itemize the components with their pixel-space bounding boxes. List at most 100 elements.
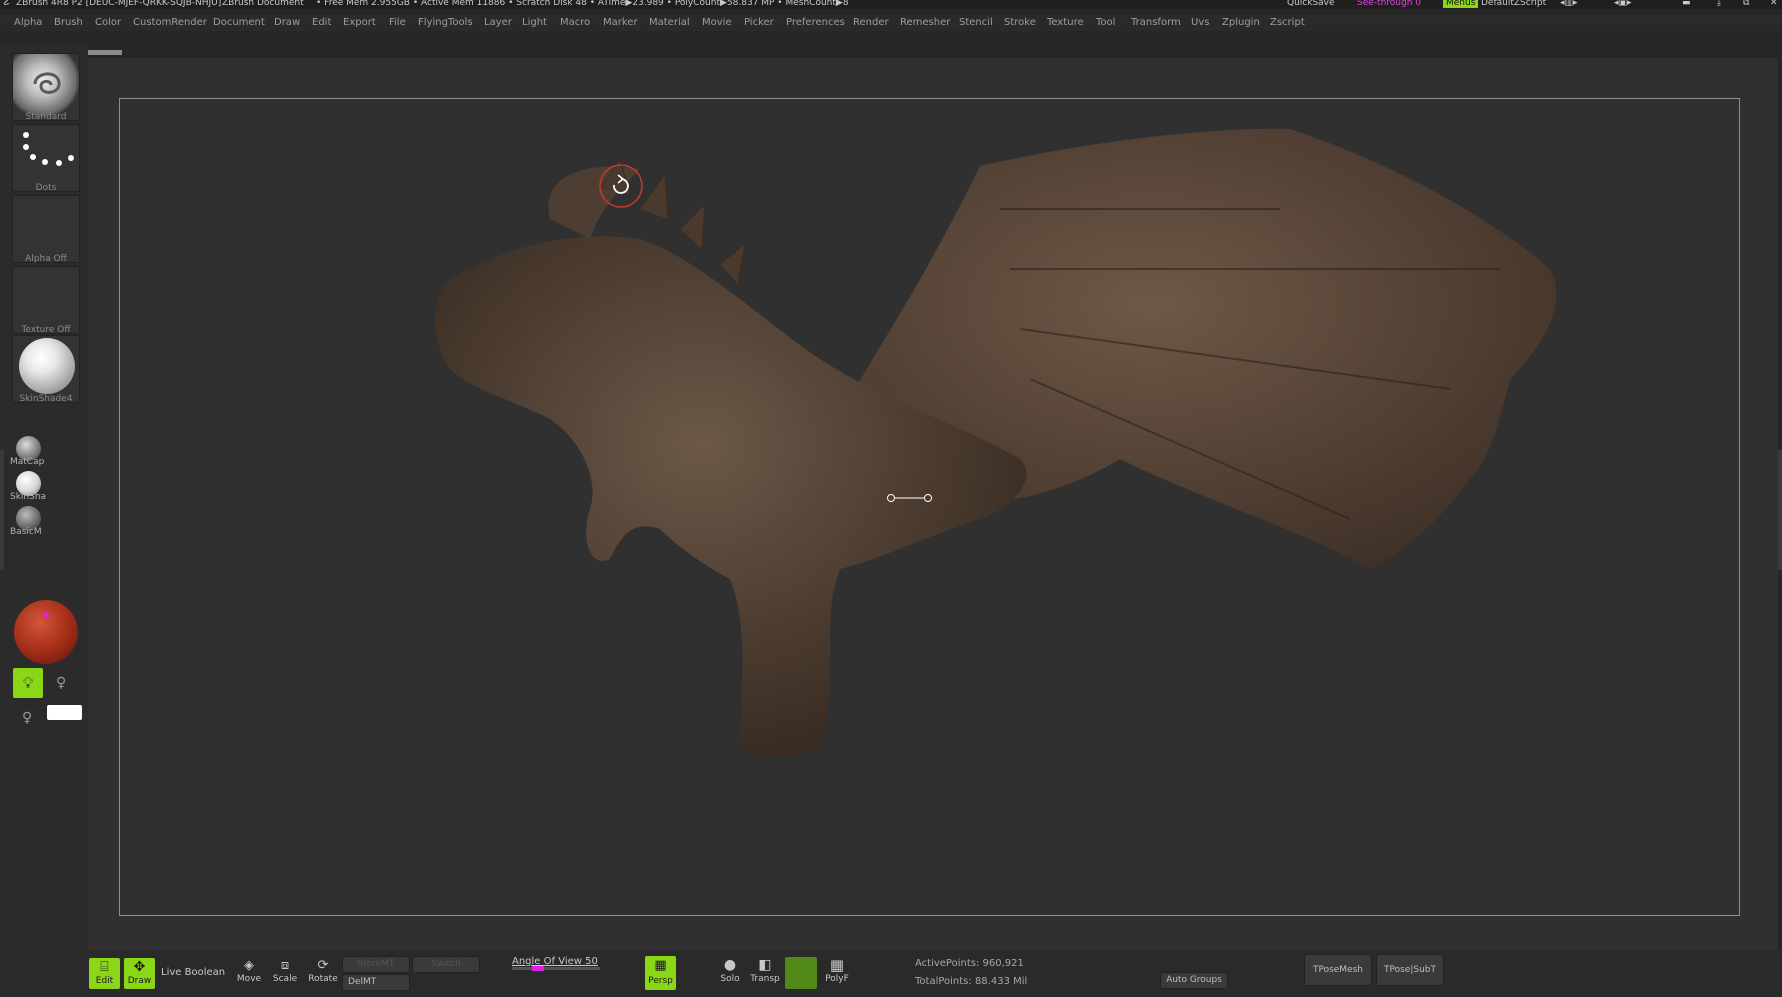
- menu-bar: Alpha Brush Color CustomRender Document …: [0, 15, 1782, 31]
- rotate-label: Rotate: [308, 974, 338, 984]
- material-sphere-icon: [19, 338, 75, 394]
- tpose-subt-button[interactable]: TPose|SubT: [1376, 954, 1444, 986]
- app-title: ZBrush 4R8 P2 [DEUC-MJEF-QRKK-SQJB-NHJU]: [16, 0, 222, 8]
- rotate-button[interactable]: ⟳ Rotate: [307, 958, 339, 984]
- menu-document[interactable]: Document: [213, 15, 265, 31]
- transp-button[interactable]: ◧ Transp: [750, 956, 780, 984]
- alpha-thumbnail[interactable]: Alpha Off: [12, 195, 80, 264]
- scale-label: Scale: [272, 974, 298, 984]
- angle-of-view-slider[interactable]: [512, 966, 600, 971]
- material-label: SkinShade4: [19, 394, 73, 404]
- draw-button[interactable]: ✥ Draw: [124, 958, 155, 989]
- menu-movie[interactable]: Movie: [702, 15, 732, 31]
- menu-material[interactable]: Material: [649, 15, 690, 31]
- draw-label: Draw: [127, 976, 152, 986]
- close-icon[interactable]: ✕: [1770, 0, 1778, 8]
- menu-uvs[interactable]: Uvs: [1191, 15, 1209, 31]
- main-color-picker[interactable]: [14, 600, 78, 664]
- menu-export[interactable]: Export: [343, 15, 376, 31]
- menu-flyingtools[interactable]: FlyingTools: [418, 15, 473, 31]
- secondary-color-swatch[interactable]: [47, 705, 82, 720]
- zbrush-logo-icon: ☡: [2, 0, 11, 8]
- transp-label: Transp: [750, 974, 780, 984]
- delmt-button[interactable]: DelMT: [342, 974, 410, 991]
- menu-brush[interactable]: Brush: [54, 15, 83, 31]
- live-boolean-button[interactable]: Live Boolean: [161, 967, 225, 978]
- see-through-slider[interactable]: See-through 0: [1357, 0, 1421, 8]
- menu-draw[interactable]: Draw: [274, 15, 300, 31]
- menu-macro[interactable]: Macro: [560, 15, 590, 31]
- menu-zplugin[interactable]: Zplugin: [1222, 15, 1260, 31]
- skinshade-label: SkinSha: [10, 492, 47, 502]
- light-bulb-icon[interactable]: 💡︎: [13, 668, 43, 698]
- rotate-icon: ⟳: [317, 958, 329, 973]
- dragon-model[interactable]: [120, 99, 1741, 917]
- storemt-button[interactable]: StoreMT: [342, 956, 410, 973]
- edit-button[interactable]: ⌸ Edit: [89, 958, 120, 989]
- edit-icon: ⌸: [100, 959, 109, 975]
- menu-preferences[interactable]: Preferences: [786, 15, 845, 31]
- perspective-grid-icon: ▦: [654, 958, 667, 973]
- menu-stroke[interactable]: Stroke: [1004, 15, 1036, 31]
- right-tray-toggle[interactable]: [1778, 450, 1782, 570]
- menus-toggle[interactable]: Menus: [1443, 0, 1479, 8]
- brush-thumbnail[interactable]: Standard: [12, 53, 80, 122]
- solo-label: Solo: [720, 974, 740, 984]
- title-bar: ☡ ZBrush 4R8 P2 [DEUC-MJEF-QRKK-SQJB-NHJ…: [0, 0, 1782, 9]
- material-thumbnail[interactable]: SkinShade4: [12, 335, 80, 404]
- edit-label: Edit: [95, 976, 114, 986]
- menu-render[interactable]: Render: [853, 15, 889, 31]
- brush-label: Standard: [25, 112, 67, 122]
- menu-layer[interactable]: Layer: [484, 15, 512, 31]
- canvas-scroll-handle[interactable]: [88, 50, 122, 55]
- basicmaterial-label: BasicM: [10, 527, 42, 537]
- stroke-label: Dots: [35, 183, 57, 193]
- move-label: Move: [236, 974, 262, 984]
- menu-stencil[interactable]: Stencil: [959, 15, 993, 31]
- restore-icon[interactable]: ⤓: [1717, 0, 1721, 8]
- menu-edit[interactable]: Edit: [312, 15, 331, 31]
- scale-button[interactable]: ⧈ Scale: [271, 958, 299, 984]
- menu-zscript[interactable]: Zscript: [1270, 15, 1305, 31]
- ui-layout-icon[interactable]: ◂▣▸: [1614, 0, 1632, 8]
- layout-arrows-icon[interactable]: ◂▥▸: [1560, 0, 1578, 8]
- document-canvas[interactable]: [119, 98, 1740, 916]
- quicksave-button[interactable]: QuickSave: [1287, 0, 1335, 8]
- auto-groups-button[interactable]: Auto Groups: [1160, 972, 1228, 989]
- transparency-icon: ◧: [758, 957, 772, 973]
- switch-button[interactable]: Switch: [412, 956, 480, 973]
- tposemesh-button[interactable]: TPoseMesh: [1304, 954, 1372, 986]
- menu-transform[interactable]: Transform: [1131, 15, 1181, 31]
- menu-color[interactable]: Color: [95, 15, 121, 31]
- texture-thumbnail[interactable]: Texture Off: [12, 266, 80, 335]
- angle-of-view-slider-label: Angle Of View 50: [512, 956, 598, 967]
- minimize-icon[interactable]: ▬: [1682, 0, 1691, 8]
- menu-alpha[interactable]: Alpha: [14, 15, 42, 31]
- menu-marker[interactable]: Marker: [603, 15, 638, 31]
- maximize-icon[interactable]: ⧉: [1743, 0, 1749, 8]
- angle-of-view-handle[interactable]: [532, 966, 544, 971]
- menu-light[interactable]: Light: [522, 15, 547, 31]
- bottom-shelf: ⌸ Edit ✥ Draw Live Boolean ◈ Move ⧈ Scal…: [88, 950, 1782, 997]
- color-picker-cursor[interactable]: [43, 612, 49, 618]
- menu-file[interactable]: File: [389, 15, 406, 31]
- document-title: ZBrush Document: [222, 0, 304, 8]
- solo-button[interactable]: ● Solo: [715, 956, 745, 984]
- default-zscript-button[interactable]: DefaultZScript: [1481, 0, 1546, 8]
- secondary-light-icon[interactable]: ♀: [56, 675, 66, 691]
- draw-icon: ✥: [133, 959, 146, 975]
- menu-picker[interactable]: Picker: [744, 15, 774, 31]
- menu-tool[interactable]: Tool: [1096, 15, 1115, 31]
- ghost-toggle-button[interactable]: [785, 957, 817, 989]
- light-placement-icon[interactable]: ♀: [22, 710, 32, 726]
- menu-texture[interactable]: Texture: [1047, 15, 1084, 31]
- polyf-button[interactable]: ▦ PolyF: [822, 956, 852, 984]
- move-button[interactable]: ◈ Move: [235, 958, 263, 984]
- stroke-thumbnail[interactable]: Dots: [12, 124, 80, 193]
- menu-customrender[interactable]: CustomRender: [133, 15, 207, 31]
- persp-button[interactable]: ▦ Persp: [645, 956, 676, 990]
- scale-icon: ⧈: [280, 958, 290, 973]
- standard-brush-icon: [33, 72, 61, 94]
- menu-remesher[interactable]: Remesher: [900, 15, 950, 31]
- left-tray-toggle[interactable]: [0, 450, 4, 570]
